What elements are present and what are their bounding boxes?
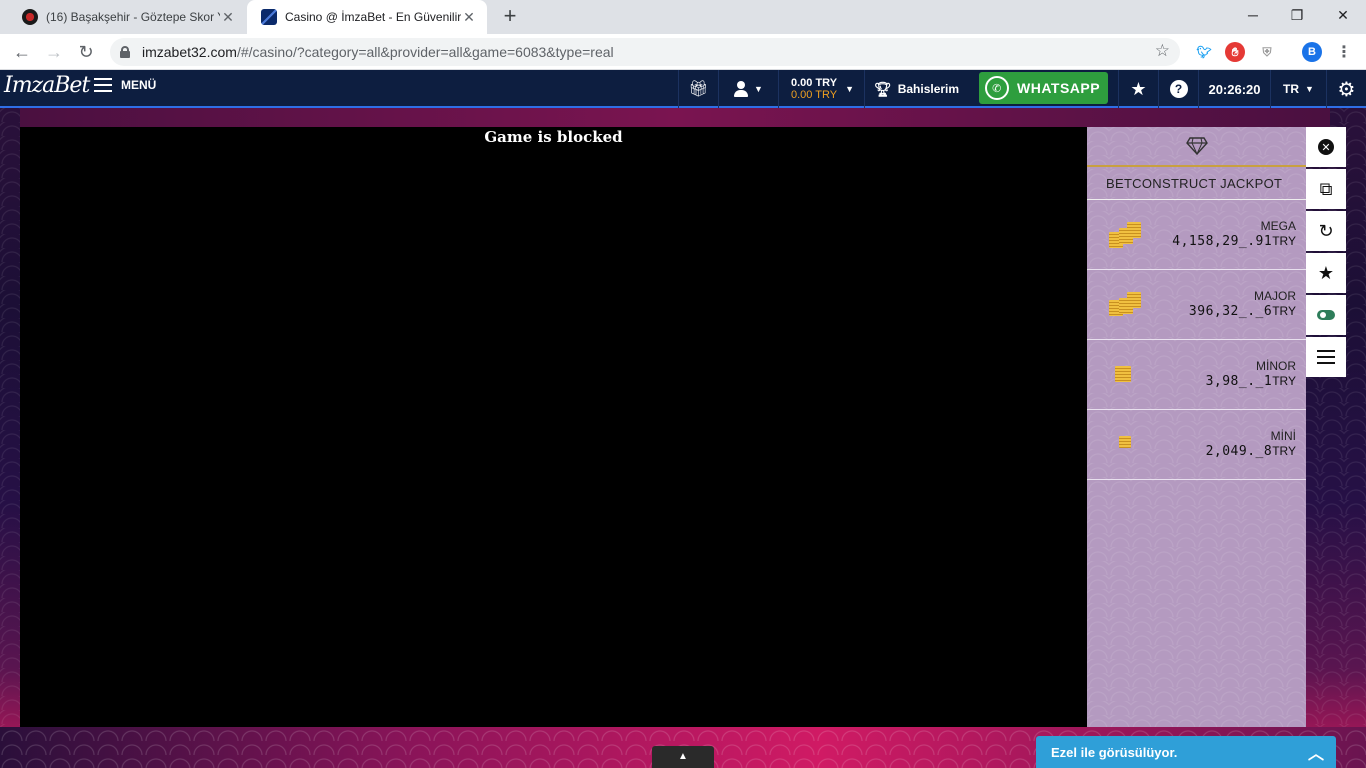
diamond-icon (1185, 137, 1208, 155)
jackpot-level-name: MEGA (1260, 219, 1296, 233)
jackpot-level-name: MİNİ (1270, 429, 1296, 443)
browser-toolbar: ← → ↻ imzabet32.com/#/casino/?category=a… (0, 34, 1366, 70)
chevron-down-icon: ▼ (1305, 84, 1314, 94)
shield-extension-icon[interactable]: ⛨ (1257, 42, 1277, 62)
jackpot-panel: BETCONSTRUCT JACKPOT MEGA 4,158,29_.91TR… (1087, 127, 1306, 727)
lock-icon[interactable] (120, 46, 130, 58)
jackpot-level-minor: MİNOR 3,98_._1TRY (1087, 340, 1306, 410)
profile-avatar[interactable]: B (1302, 42, 1322, 62)
account-button[interactable]: ▼ (718, 70, 778, 108)
forward-arrow-icon[interactable]: → (40, 38, 68, 66)
bookmark-star-icon[interactable]: ☆ (1155, 41, 1170, 61)
hamburger-icon (94, 78, 112, 92)
tab-title: (16) Başakşehir - Göztepe Skor Ya (46, 10, 220, 24)
tab-casino-imzabet[interactable]: Casino @ İmzaBet - En Güvenilir ✕ (247, 0, 487, 34)
reload-icon: ↻ (1318, 220, 1334, 241)
maximize-button[interactable]: ❐ (1274, 0, 1320, 30)
coin-stack-icon (1109, 222, 1143, 248)
language-label: TR (1283, 82, 1300, 96)
menu-list-button[interactable] (1306, 337, 1346, 377)
jackpot-level-name: MİNOR (1256, 359, 1296, 373)
settings-gear-icon[interactable]: ⚙ (1326, 70, 1366, 108)
twitter-extension-icon[interactable]: 🐦︎ (1194, 42, 1214, 62)
browser-tab-strip: (16) Başakşehir - Göztepe Skor Ya ✕ Casi… (0, 0, 1366, 34)
gift-icon[interactable]: 🎁︎ (678, 70, 718, 108)
balance-main: 0.00 TRY (791, 77, 838, 89)
jackpot-level-amount: 3,98_._1TRY (1205, 374, 1296, 389)
balance-bonus: 0.00 TRY (791, 89, 838, 101)
address-bar[interactable]: imzabet32.com/#/casino/?category=all&pro… (110, 38, 1180, 66)
game-tools-bar: ✕ ⧉ ↻ ★ (1306, 127, 1346, 379)
close-icon: ✕ (1318, 139, 1334, 155)
mode-toggle[interactable] (1306, 295, 1346, 335)
browser-menu-icon[interactable]: ⋮ (1334, 42, 1354, 62)
jackpot-level-amount: 396,32_._6TRY (1188, 304, 1296, 319)
coin-stack-icon (1109, 292, 1143, 318)
game-frame[interactable]: Game is blocked (20, 127, 1087, 727)
jackpot-title: BETCONSTRUCT JACKPOT (1087, 167, 1306, 200)
chat-status-label: Ezel ile görüsülüyor. (1051, 744, 1178, 760)
list-menu-icon (1317, 350, 1335, 364)
jackpot-level-name: MAJOR (1254, 289, 1296, 303)
chevron-down-icon: ▼ (845, 84, 854, 94)
chevron-up-icon[interactable]: ︿ (1308, 740, 1324, 764)
user-icon (734, 81, 749, 97)
tab-close-icon[interactable]: ✕ (220, 9, 236, 26)
jackpot-level-mini: MİNİ 2,049._8TRY (1087, 410, 1306, 480)
minimize-button[interactable]: ─ (1230, 0, 1276, 30)
my-bets-label: Bahislerim (897, 82, 960, 96)
back-arrow-icon[interactable]: ← (8, 38, 36, 66)
imzabet-favicon-icon (261, 9, 277, 25)
tab-title: Casino @ İmzaBet - En Güvenilir (285, 10, 461, 24)
clock: 20:26:20 (1198, 70, 1270, 108)
live-chat-bar[interactable]: Ezel ile görüsülüyor. ︿ (1036, 736, 1336, 768)
game-top-strip (20, 108, 1330, 127)
star-icon: ★ (1317, 262, 1335, 283)
toggle-icon (1317, 310, 1335, 320)
close-game-button[interactable]: ✕ (1306, 127, 1346, 167)
site-logo[interactable]: ImzaBet (4, 73, 90, 98)
menu-label: MENÜ (121, 78, 157, 92)
reload-icon[interactable]: ↻ (72, 38, 100, 66)
favorite-game-button[interactable]: ★ (1306, 253, 1346, 293)
close-window-button[interactable]: ✕ (1320, 0, 1366, 30)
coin-stack-icon (1109, 432, 1143, 458)
tab-close-icon[interactable]: ✕ (461, 9, 477, 26)
jackpot-level-amount: 2,049._8TRY (1205, 444, 1296, 459)
coin-stack-icon (1109, 362, 1143, 388)
jackpot-level-mega: MEGA 4,158,29_.91TRY (1087, 200, 1306, 270)
whatsapp-button[interactable]: ✆ WHATSAPP (979, 72, 1108, 104)
popout-window-icon: ⧉ (1319, 178, 1333, 199)
favorites-star-icon[interactable]: ★ (1118, 70, 1158, 108)
tab-basaksehir[interactable]: (16) Başakşehir - Göztepe Skor Ya ✕ (8, 0, 246, 34)
chevron-down-icon: ▼ (754, 84, 763, 94)
adblock-extension-icon[interactable]: ✋︎ (1225, 42, 1245, 62)
whatsapp-icon: ✆ (985, 76, 1009, 100)
help-icon: ? (1169, 80, 1188, 98)
my-bets-button[interactable]: 🏆︎ Bahislerim (864, 70, 968, 108)
language-selector[interactable]: TR ▼ (1270, 70, 1326, 108)
sports-site-favicon-icon (22, 9, 38, 25)
balance-dropdown[interactable]: 0.00 TRY 0.00 TRY ▼ (778, 70, 864, 108)
menu-button[interactable]: MENÜ (94, 78, 156, 92)
new-tab-button[interactable]: + (498, 5, 522, 29)
expand-panel-button[interactable]: ▲ (652, 746, 714, 768)
url-text: imzabet32.com/#/casino/?category=all&pro… (142, 44, 614, 60)
jackpot-level-major: MAJOR 396,32_._6TRY (1087, 270, 1306, 340)
help-button[interactable]: ? (1158, 70, 1198, 108)
jackpot-level-amount: 4,158,29_.91TRY (1172, 234, 1296, 249)
site-header: ImzaBet MENÜ 🎁︎ ▼ 0.00 TRY 0.00 TRY ▼ 🏆︎… (0, 70, 1366, 108)
game-blocked-message: Game is blocked (484, 128, 623, 146)
reload-game-button[interactable]: ↻ (1306, 211, 1346, 251)
trophy-icon: 🏆︎ (873, 80, 892, 97)
whatsapp-label: WHATSAPP (1017, 80, 1101, 96)
popout-button[interactable]: ⧉ (1306, 169, 1346, 209)
jackpot-header (1087, 127, 1306, 167)
